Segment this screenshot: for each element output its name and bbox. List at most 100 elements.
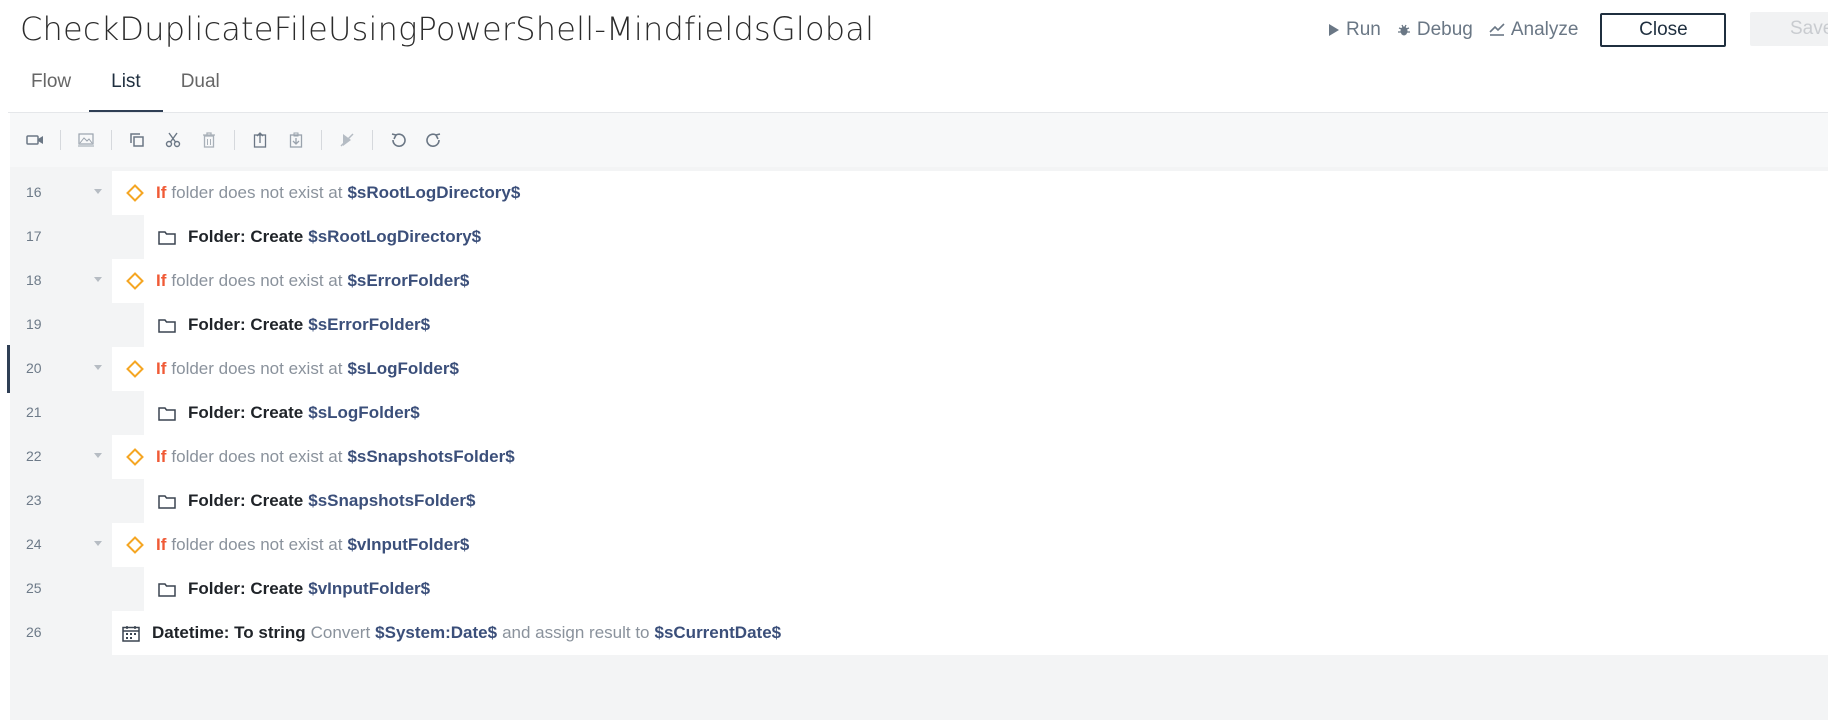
condition-text: folder does not exist at xyxy=(171,183,343,202)
if-block-card[interactable]: If folder does not exist at $sErrorFolde… xyxy=(112,259,1828,303)
variable-token: $sLogFolder$ xyxy=(308,403,420,422)
tab-list[interactable]: List xyxy=(89,60,162,112)
calendar-icon xyxy=(122,625,140,642)
action-card[interactable]: Folder: Create $sErrorFolder$ xyxy=(144,303,1828,347)
if-keyword: If xyxy=(156,535,167,554)
folder-icon xyxy=(158,318,176,333)
variable-token: $vInputFolder$ xyxy=(347,535,470,554)
folder-icon xyxy=(158,582,176,597)
action-name: Folder: Create xyxy=(188,403,304,422)
action-card[interactable]: Folder: Create $sRootLogDirectory$ xyxy=(144,215,1828,259)
action-card[interactable]: Datetime: To string Convert $System:Date… xyxy=(112,611,1828,655)
action-text: and assign result to xyxy=(502,623,650,642)
debug-label: Debug xyxy=(1416,19,1473,40)
collapse-toggle[interactable] xyxy=(94,189,102,194)
if-block-card[interactable]: If folder does not exist at $sSnapshotsF… xyxy=(112,435,1828,479)
save-button[interactable]: Save xyxy=(1750,12,1828,46)
condition-text: folder does not exist at xyxy=(171,271,343,290)
if-keyword: If xyxy=(156,447,167,466)
if-keyword: If xyxy=(156,183,167,202)
close-button[interactable]: Close xyxy=(1600,13,1727,47)
action-name: Datetime: To string xyxy=(152,623,306,642)
condition-text: folder does not exist at xyxy=(171,447,343,466)
condition-diamond-icon xyxy=(126,448,144,466)
folder-icon xyxy=(158,230,176,245)
condition-diamond-icon xyxy=(126,536,144,554)
disable-button[interactable] xyxy=(336,129,358,151)
action-name: Folder: Create xyxy=(188,227,304,246)
collapse-toggle[interactable] xyxy=(94,541,102,546)
run-label: Run xyxy=(1346,19,1381,40)
action-name: Folder: Create xyxy=(188,491,304,510)
paste-after-button[interactable] xyxy=(285,129,307,151)
action-text: Convert xyxy=(310,623,371,642)
tab-flow[interactable]: Flow xyxy=(31,60,71,112)
bug-icon xyxy=(1397,24,1410,36)
run-button[interactable]: Run xyxy=(1328,19,1381,41)
action-name: Folder: Create xyxy=(188,579,304,598)
variable-token: $sRootLogDirectory$ xyxy=(347,183,521,202)
collapse-toggle[interactable] xyxy=(94,365,102,370)
if-block-card[interactable]: If folder does not exist at $sRootLogDir… xyxy=(112,171,1828,215)
toolbar-divider xyxy=(321,130,322,150)
action-card[interactable]: Folder: Create $sLogFolder$ xyxy=(144,391,1828,435)
condition-text: folder does not exist at xyxy=(171,359,343,378)
record-button[interactable] xyxy=(24,129,46,151)
variable-token: $sErrorFolder$ xyxy=(347,271,470,290)
redo-icon xyxy=(426,133,441,147)
if-keyword: If xyxy=(156,359,167,378)
paste-below-icon xyxy=(289,132,303,148)
screenshot-button[interactable] xyxy=(75,129,97,151)
variable-token: $sLogFolder$ xyxy=(347,359,459,378)
copy-icon xyxy=(130,133,144,147)
debug-button[interactable]: Debug xyxy=(1397,19,1473,41)
video-camera-icon xyxy=(26,135,43,145)
editor-toolbar xyxy=(10,113,1828,168)
if-block-card[interactable]: If folder does not exist at $sLogFolder$ xyxy=(112,347,1828,391)
variable-token: $sRootLogDirectory$ xyxy=(308,227,482,246)
toolbar-divider xyxy=(111,130,112,150)
trash-icon xyxy=(203,132,215,148)
collapse-toggle[interactable] xyxy=(94,277,102,282)
variable-token: $sErrorFolder$ xyxy=(308,315,431,334)
variable-token: $vInputFolder$ xyxy=(308,579,431,598)
variable-token: $sSnapshotsFolder$ xyxy=(347,447,515,466)
toolbar-divider xyxy=(234,130,235,150)
folder-icon xyxy=(158,406,176,421)
condition-text: folder does not exist at xyxy=(171,535,343,554)
image-capture-icon xyxy=(78,133,94,147)
condition-diamond-icon xyxy=(126,360,144,378)
action-list: 16 If folder does not exist at $sRootLog… xyxy=(10,167,1828,720)
analyze-label: Analyze xyxy=(1510,19,1579,40)
delete-button[interactable] xyxy=(198,129,220,151)
toolbar-divider xyxy=(372,130,373,150)
list-item[interactable]: 26 Datetime: To string Convert $System:D… xyxy=(10,607,1828,658)
variable-token: $System:Date$ xyxy=(375,623,498,642)
if-keyword: If xyxy=(156,271,167,290)
line-number: 26 xyxy=(26,624,42,640)
folder-icon xyxy=(158,494,176,509)
condition-diamond-icon xyxy=(126,272,144,290)
collapse-toggle[interactable] xyxy=(94,453,102,458)
analyze-icon xyxy=(1489,23,1505,36)
analyze-button[interactable]: Analyze xyxy=(1489,19,1579,41)
tab-dual[interactable]: Dual xyxy=(181,60,220,112)
variable-token: $sSnapshotsFolder$ xyxy=(308,491,476,510)
disable-icon xyxy=(340,133,354,147)
undo-button[interactable] xyxy=(387,129,409,151)
view-tabs: Flow List Dual xyxy=(0,60,220,112)
toolbar-divider xyxy=(60,130,61,150)
undo-icon xyxy=(391,133,406,147)
if-block-card[interactable]: If folder does not exist at $vInputFolde… xyxy=(112,523,1828,567)
action-name: Folder: Create xyxy=(188,315,304,334)
cut-button[interactable] xyxy=(162,129,184,151)
paste-before-button[interactable] xyxy=(249,129,271,151)
action-card[interactable]: Folder: Create $sSnapshotsFolder$ xyxy=(144,479,1828,523)
play-icon xyxy=(1329,24,1339,36)
page-title: CheckDuplicateFileUsingPowerShell-Mindfi… xyxy=(20,10,875,48)
paste-icon xyxy=(253,132,267,148)
redo-button[interactable] xyxy=(423,129,445,151)
action-card[interactable]: Folder: Create $vInputFolder$ xyxy=(144,567,1828,611)
scissors-icon xyxy=(165,132,181,148)
copy-button[interactable] xyxy=(126,129,148,151)
